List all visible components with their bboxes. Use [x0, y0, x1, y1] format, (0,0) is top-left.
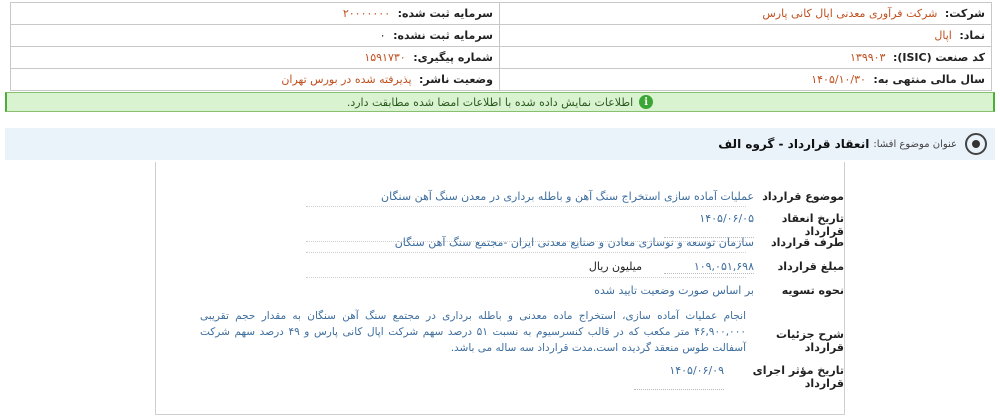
tracking-cell: شماره پیگیری: ۱۵۹۱۷۳۰ — [10, 46, 500, 69]
registered-capital-cell: سرمایه ثبت شده: ۲۰۰۰۰۰۰۰ — [10, 2, 500, 25]
contract-party-value: سازمان توسعه و نوسازی معادن و صنایع معدن… — [394, 236, 754, 249]
unregistered-capital-label: سرمایه ثبت نشده: — [393, 29, 493, 42]
contract-amount-label: مبلغ قرارداد — [777, 260, 844, 273]
effective-date-row: تاریخ مؤثر اجرای قرارداد ۱۴۰۵/۰۶/۰۹ — [254, 364, 844, 390]
contract-details-box: موضوع قرارداد عملیات آماده سازی استخراج … — [155, 162, 845, 415]
subject-label: عنوان موضوع افشا: — [873, 138, 957, 150]
subject-title: انعقاد قرارداد - گروه الف — [718, 137, 870, 151]
info-icon: i — [639, 95, 654, 109]
registered-capital-value: ۲۰۰۰۰۰۰۰ — [342, 7, 391, 20]
alert-text: اطلاعات نمایش داده شده با اطلاعات امضا ش… — [346, 95, 634, 109]
publisher-status-label: وضعیت ناشر: — [419, 73, 493, 86]
publisher-status-value: پذیرفته شده در بورس تهران — [281, 73, 412, 86]
disclosure-subject-bar: عنوان موضوع افشا: انعقاد قرارداد - گروه … — [5, 128, 995, 160]
tracking-label: شماره پیگیری: — [413, 51, 493, 64]
fiscal-year-label: سال مالی منتهی به: — [873, 73, 985, 86]
contract-party-row: طرف قرارداد سازمان توسعه و نوسازی معادن … — [254, 236, 844, 253]
contract-details-label: شرح جزئیات قرارداد — [776, 328, 844, 354]
effective-date-value: ۱۴۰۵/۰۶/۰۹ — [634, 364, 724, 390]
symbol-value: اپال — [934, 29, 952, 42]
contract-subject-label: موضوع قرارداد — [762, 190, 844, 203]
info-row: کد صنعت (ISIC): ۱۳۹۹۰۳ شماره پیگیری: ۱۵۹… — [10, 46, 992, 69]
publisher-status-cell: وضعیت ناشر: پذیرفته شده در بورس تهران — [10, 68, 500, 91]
effective-date-label: تاریخ مؤثر اجرای قرارداد — [752, 364, 844, 390]
contract-amount-unit: میلیون ریال — [588, 260, 642, 273]
company-info-table: شرکت: شرکت فرآوری معدنی اپال کانی پارس س… — [10, 2, 992, 91]
verification-alert: i اطلاعات نمایش داده شده با اطلاعات امضا… — [5, 92, 995, 112]
symbol-cell: نماد: اپال — [499, 24, 992, 47]
tracking-value: ۱۵۹۱۷۳۰ — [364, 51, 406, 64]
info-row: شرکت: شرکت فرآوری معدنی اپال کانی پارس س… — [10, 2, 992, 25]
info-row: سال مالی منتهی به: ۱۴۰۵/۱۰/۳۰ وضعیت ناشر… — [10, 68, 992, 91]
fiscal-year-value: ۱۴۰۵/۱۰/۳۰ — [811, 73, 866, 86]
fiscal-year-cell: سال مالی منتهی به: ۱۴۰۵/۱۰/۳۰ — [499, 68, 992, 91]
settlement-label: نحوه تسویه — [781, 284, 844, 297]
symbol-label: نماد: — [959, 29, 985, 42]
contract-date-value: ۱۴۰۵/۰۶/۰۵ — [664, 212, 754, 238]
unregistered-capital-value: ۰ — [379, 29, 386, 42]
contract-amount-value: ۱۰۹,۰۵۱,۶۹۸ — [664, 260, 754, 274]
contract-date-row: تاریخ انعقاد قرارداد ۱۴۰۵/۰۶/۰۵ — [254, 212, 844, 242]
company-cell: شرکت: شرکت فرآوری معدنی اپال کانی پارس — [499, 2, 992, 25]
isic-value: ۱۳۹۹۰۳ — [850, 51, 886, 64]
settlement-row: نحوه تسویه بر اساس صورت وضعیت تایید شده — [254, 284, 844, 297]
company-label: شرکت: — [944, 7, 985, 20]
contract-details-value: انجام عملیات آماده سازی، استخراج ماده مع… — [200, 310, 746, 354]
divider — [306, 206, 746, 207]
info-row: نماد: اپال سرمایه ثبت نشده: ۰ — [10, 24, 992, 47]
contract-subject-value: عملیات آماده سازی استخراج سنگ آهن و باطل… — [381, 190, 754, 203]
divider — [306, 252, 746, 253]
contract-date-label: تاریخ انعقاد قرارداد — [781, 212, 844, 238]
contract-subject-row: موضوع قرارداد عملیات آماده سازی استخراج … — [254, 190, 844, 207]
registered-capital-label: سرمایه ثبت شده: — [397, 7, 493, 20]
isic-label: کد صنعت (ISIC): — [892, 51, 985, 64]
isic-cell: کد صنعت (ISIC): ۱۳۹۹۰۳ — [499, 46, 992, 69]
contract-party-label: طرف قرارداد — [770, 236, 844, 249]
settlement-value: بر اساس صورت وضعیت تایید شده — [594, 284, 754, 297]
contract-amount-row: مبلغ قرارداد ۱۰۹,۰۵۱,۶۹۸ میلیون ریال — [254, 260, 844, 278]
unregistered-capital-cell: سرمایه ثبت نشده: ۰ — [10, 24, 500, 47]
target-icon — [965, 133, 987, 155]
company-value: شرکت فرآوری معدنی اپال کانی پارس — [762, 7, 938, 20]
divider — [306, 277, 746, 278]
